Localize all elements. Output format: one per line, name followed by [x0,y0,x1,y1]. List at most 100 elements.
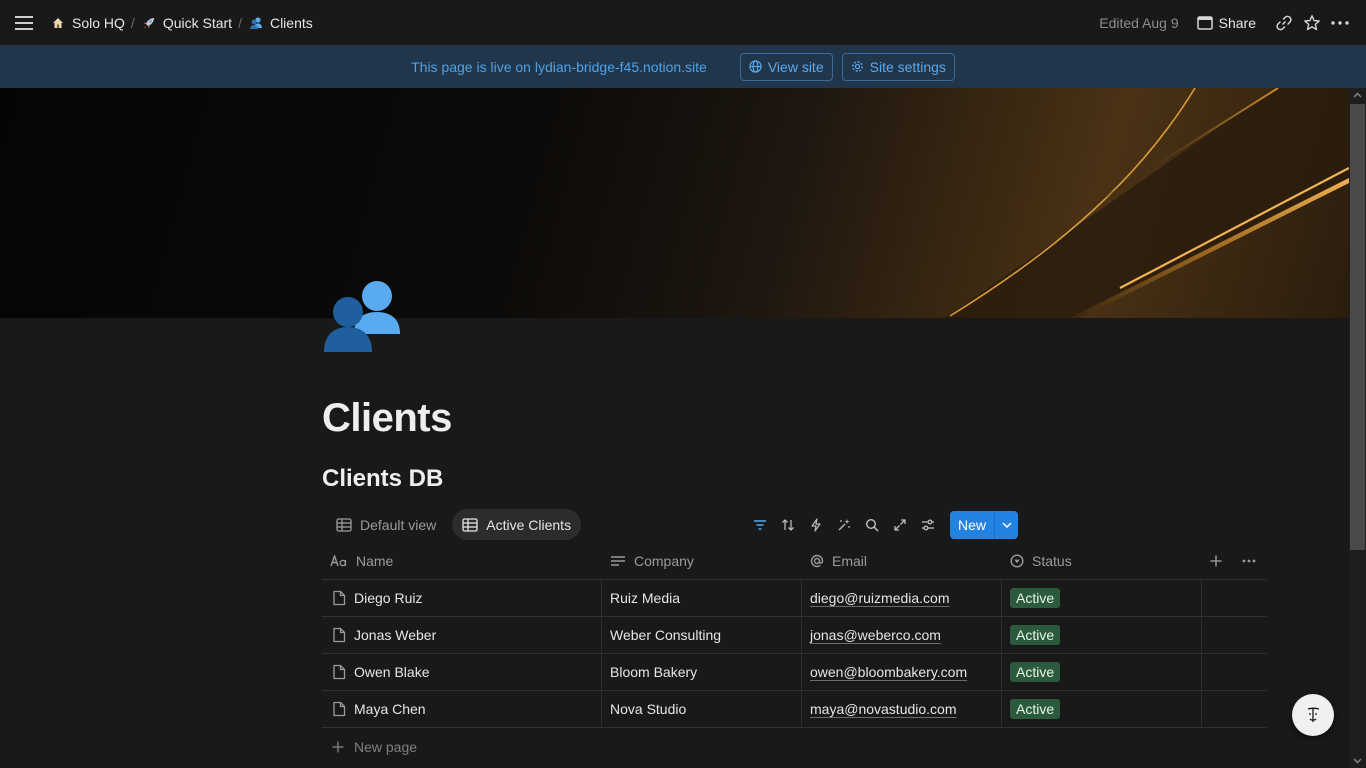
top-actions: Edited Aug 9 Share [1099,0,1354,45]
cell-company[interactable]: Nova Studio [602,691,802,727]
database-title[interactable]: Clients DB [322,465,443,493]
column-header-email[interactable]: Email [802,543,1002,579]
breadcrumb-item-quick-start[interactable]: Quick Start [137,13,236,33]
site-settings-label: Site settings [869,58,946,75]
add-property-icon[interactable] [1210,555,1222,567]
breadcrumb-separator: / [238,14,242,31]
scroll-up-arrow-icon[interactable] [1352,90,1363,101]
cell-empty [1202,617,1267,653]
cell-status[interactable]: Active [1002,617,1202,653]
table-row[interactable]: Maya Chen Nova Studio maya@novastudio.com A… [322,691,1267,728]
house-icon [50,15,66,31]
new-page-label: New page [354,738,418,755]
cell-name[interactable]: Owen Blake [322,654,602,690]
table-body: Diego Ruiz Ruiz Media diego@ruizmedia.com A… [322,580,1267,728]
link-icon[interactable] [1270,9,1298,37]
email-link[interactable]: maya@novastudio.com [810,701,957,717]
browser-window-icon [1196,15,1213,30]
table-header: Name Company Email Status [322,543,1267,580]
company-name: Ruiz Media [610,590,681,606]
company-name: Nova Studio [610,701,687,717]
cell-name[interactable]: Diego Ruiz [322,580,602,616]
column-label: Status [1032,553,1072,569]
client-name: Diego Ruiz [354,590,423,606]
table-view-icon [336,517,352,532]
table-view-icon [462,517,478,532]
people-icon [248,15,264,31]
filter-icon[interactable] [746,511,774,539]
notion-ai-face-icon [1301,703,1325,727]
page-document-icon [332,664,346,680]
star-icon[interactable] [1298,9,1326,37]
site-settings-button[interactable]: Site settings [841,52,955,81]
column-header-company[interactable]: Company [602,543,802,579]
page-title[interactable]: Clients [322,396,452,441]
breadcrumb-label: Quick Start [162,14,233,31]
clients-table: Name Company Email Status Diego Ruiz Rui… [322,543,1267,765]
cell-company[interactable]: Weber Consulting [602,617,802,653]
cell-email[interactable]: owen@bloombakery.com [802,654,1002,690]
plus-icon [332,741,344,753]
scrollbar-thumb[interactable] [1350,104,1365,550]
view-site-button[interactable]: View site [739,52,833,81]
cell-status[interactable]: Active [1002,580,1202,616]
cell-email[interactable]: maya@novastudio.com [802,691,1002,727]
cell-name[interactable]: Jonas Weber [322,617,602,653]
top-bar: Solo HQ / Quick Start / Clients Edited A… [0,0,1366,45]
cell-email[interactable]: diego@ruizmedia.com [802,580,1002,616]
ai-sparkle-icon[interactable] [830,511,858,539]
sort-icon[interactable] [774,511,802,539]
company-name: Bloom Bakery [610,664,698,680]
client-name: Owen Blake [354,664,430,680]
cell-email[interactable]: jonas@weberco.com [802,617,1002,653]
tab-active-clients[interactable]: Active Clients [452,509,582,540]
search-icon[interactable] [858,511,886,539]
help-assistant-button[interactable] [1292,694,1334,736]
column-header-status[interactable]: Status [1002,543,1202,579]
email-link[interactable]: jonas@weberco.com [810,627,941,643]
breadcrumb-item-solo-hq[interactable]: Solo HQ [46,13,129,33]
tab-label: Default view [360,516,437,533]
cell-status[interactable]: Active [1002,691,1202,727]
more-options-icon[interactable] [1326,9,1354,37]
email-link[interactable]: owen@bloombakery.com [810,664,967,680]
rocket-icon [141,15,157,31]
column-label: Email [832,553,868,569]
new-button[interactable]: New [950,510,995,539]
breadcrumb-label: Solo HQ [72,14,125,31]
email-link[interactable]: diego@ruizmedia.com [810,590,950,606]
column-header-name[interactable]: Name [322,543,602,579]
database-toolbar: New [746,510,1019,539]
settings-sliders-icon[interactable] [914,511,942,539]
cover-artwork [945,88,1349,318]
cell-name[interactable]: Maya Chen [322,691,602,727]
publish-banner-text[interactable]: This page is live on lydian-bridge-f45.n… [411,59,707,75]
menu-icon[interactable] [13,12,35,34]
page-people-icon[interactable] [320,272,404,356]
new-dropdown-button[interactable] [994,510,1019,539]
cell-status[interactable]: Active [1002,654,1202,690]
table-row[interactable]: Diego Ruiz Ruiz Media diego@ruizmedia.com A… [322,580,1267,617]
scroll-down-arrow-icon[interactable] [1352,755,1363,766]
share-button[interactable]: Share [1196,14,1256,31]
new-page-row[interactable]: New page [322,728,1267,765]
expand-icon[interactable] [886,511,914,539]
cover-image[interactable] [0,88,1349,318]
page-document-icon [332,627,346,643]
column-options-icon[interactable] [1242,559,1256,563]
breadcrumb-item-clients[interactable]: Clients [244,13,317,33]
breadcrumb-separator: / [130,14,135,31]
table-row[interactable]: Jonas Weber Weber Consulting jonas@weberco… [322,617,1267,654]
breadcrumb: Solo HQ / Quick Start / Clients [46,0,317,45]
table-row[interactable]: Owen Blake Bloom Bakery owen@bloombakery.c… [322,654,1267,691]
cell-company[interactable]: Ruiz Media [602,580,802,616]
automation-bolt-icon[interactable] [802,511,830,539]
column-label: Name [356,553,394,569]
page-document-icon [332,701,346,717]
cell-company[interactable]: Bloom Bakery [602,654,802,690]
status-badge: Active [1010,588,1061,608]
share-label: Share [1218,14,1256,31]
text-type-icon [330,555,348,567]
cell-empty [1202,691,1267,727]
tab-default-view[interactable]: Default view [326,509,446,540]
